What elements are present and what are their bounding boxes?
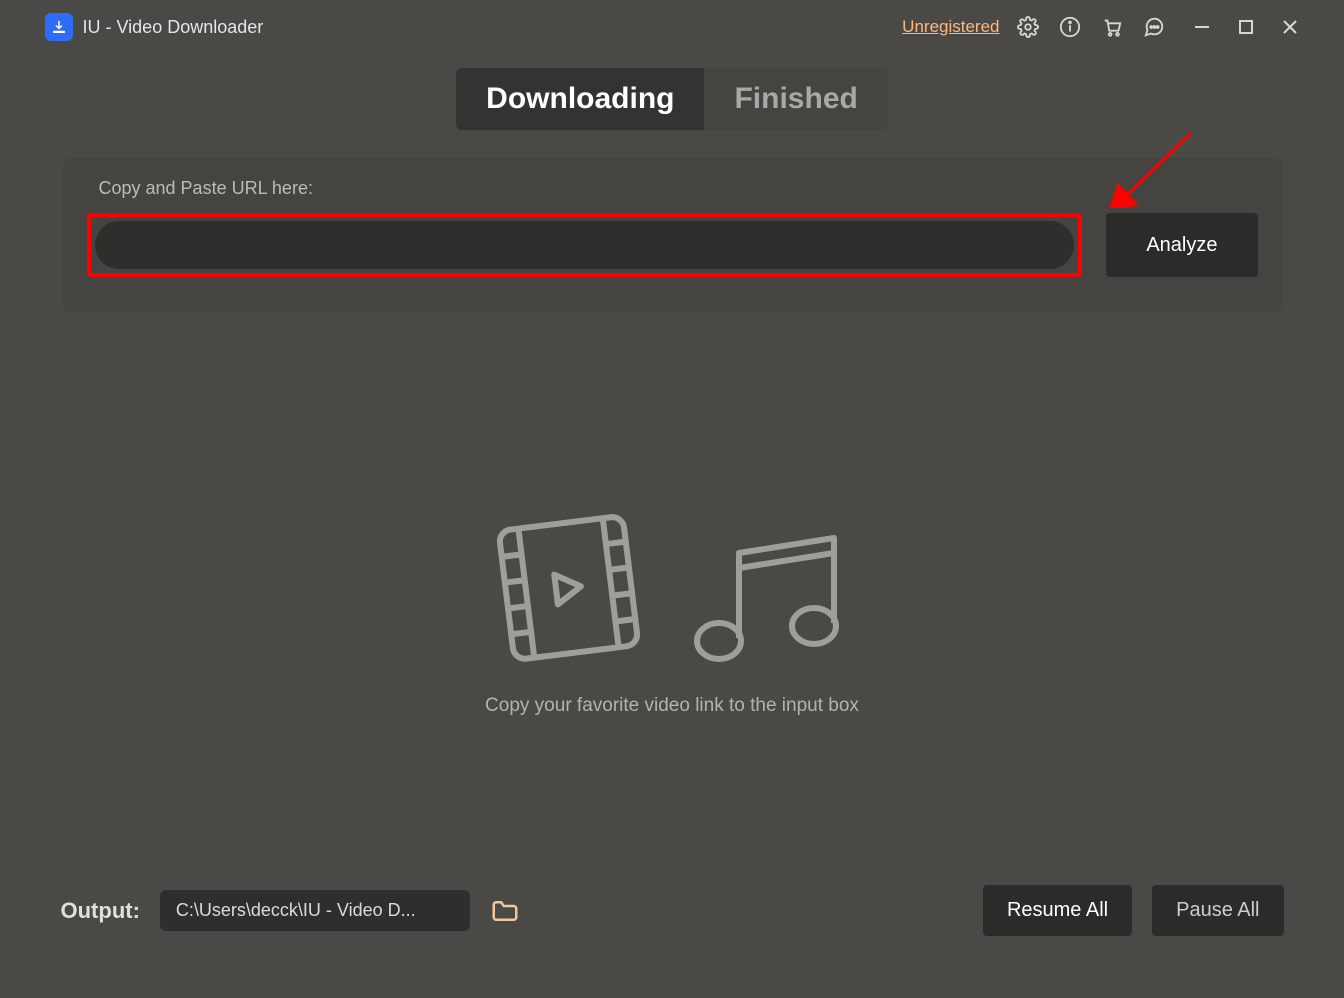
app-logo-icon [45,13,73,41]
app-window: IU - Video Downloader Unregistered [31,0,1314,960]
empty-state: Copy your favorite video link to the inp… [31,503,1314,717]
url-input[interactable] [95,221,1075,269]
tabs: Downloading Finished [456,68,888,130]
titlebar: IU - Video Downloader Unregistered [31,0,1314,54]
output-label: Output: [61,898,140,924]
footer: Output: C:\Users\decck\IU - Video D... R… [31,867,1314,960]
folder-icon[interactable] [490,896,520,926]
cart-icon[interactable] [1100,15,1124,39]
empty-text: Copy your favorite video link to the inp… [485,695,859,717]
speech-bubble-icon[interactable] [1142,15,1166,39]
url-label: Copy and Paste URL here: [99,178,1258,199]
url-row: Analyze [87,213,1258,277]
analyze-button[interactable]: Analyze [1106,213,1257,277]
resume-all-button[interactable]: Resume All [983,885,1132,936]
unregistered-link[interactable]: Unregistered [902,17,999,37]
music-icon [679,523,859,673]
tab-finished[interactable]: Finished [704,68,887,130]
pause-all-button[interactable]: Pause All [1152,885,1283,936]
video-icon [486,503,651,673]
info-icon[interactable] [1058,15,1082,39]
output-path[interactable]: C:\Users\decck\IU - Video D... [160,890,470,931]
url-highlight-box [87,213,1083,277]
minimize-icon[interactable] [1192,17,1212,37]
tabs-container: Downloading Finished [31,68,1314,130]
tab-downloading[interactable]: Downloading [456,68,704,130]
close-icon[interactable] [1280,17,1300,37]
gear-icon[interactable] [1016,15,1040,39]
app-title: IU - Video Downloader [83,17,903,38]
title-actions [1016,15,1166,39]
maximize-icon[interactable] [1236,17,1256,37]
empty-icons [486,503,859,673]
window-controls [1192,17,1300,37]
url-card: Copy and Paste URL here: Analyze [63,158,1282,313]
